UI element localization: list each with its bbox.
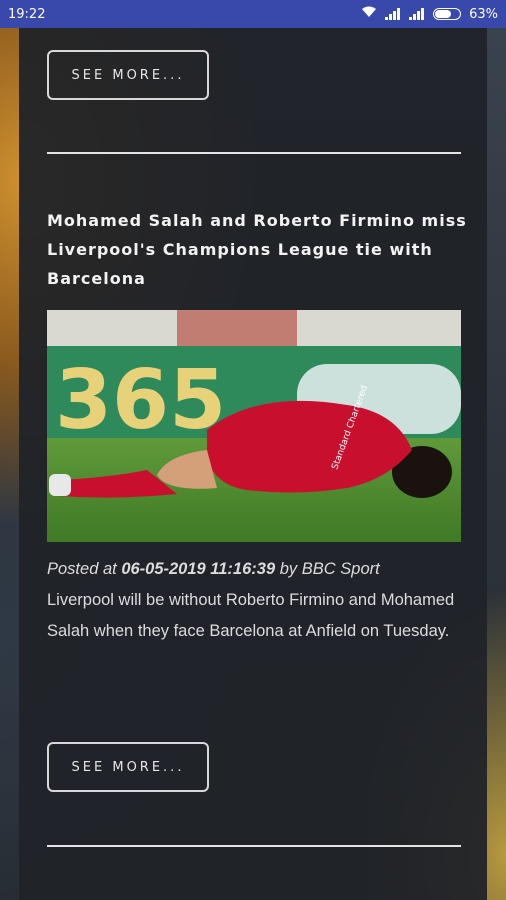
divider-bottom — [47, 845, 461, 847]
article-meta: Posted at 06-05-2019 11:16:39 by BBC Spo… — [47, 554, 467, 647]
article-title[interactable]: Mohamed Salah and Roberto Firmino miss L… — [47, 206, 467, 293]
divider — [47, 152, 461, 154]
article-summary: Liverpool will be without Roberto Firmin… — [47, 591, 455, 640]
posted-date: 06-05-2019 11:16:39 — [121, 560, 276, 578]
article-image[interactable]: 365 Standard Chartered — [47, 310, 461, 542]
battery-percent: 63% — [469, 6, 498, 22]
see-more-button-bottom[interactable]: SEE MORE... — [47, 742, 209, 792]
article-source: BBC Sport — [301, 560, 380, 578]
posted-by-prefix: by — [279, 560, 298, 578]
signal-icon-2 — [409, 8, 425, 20]
wifi-icon — [361, 6, 377, 22]
advertising-board-text: 365 — [55, 353, 226, 448]
battery-icon — [433, 8, 462, 20]
status-time: 19:22 — [8, 6, 46, 22]
see-more-button[interactable]: SEE MORE... — [47, 50, 209, 100]
news-feed[interactable]: SEE MORE... Mohamed Salah and Roberto Fi… — [19, 28, 487, 900]
signal-icon — [385, 8, 401, 20]
status-bar: 19:22 63% — [0, 0, 506, 28]
posted-prefix: Posted at — [47, 560, 117, 578]
